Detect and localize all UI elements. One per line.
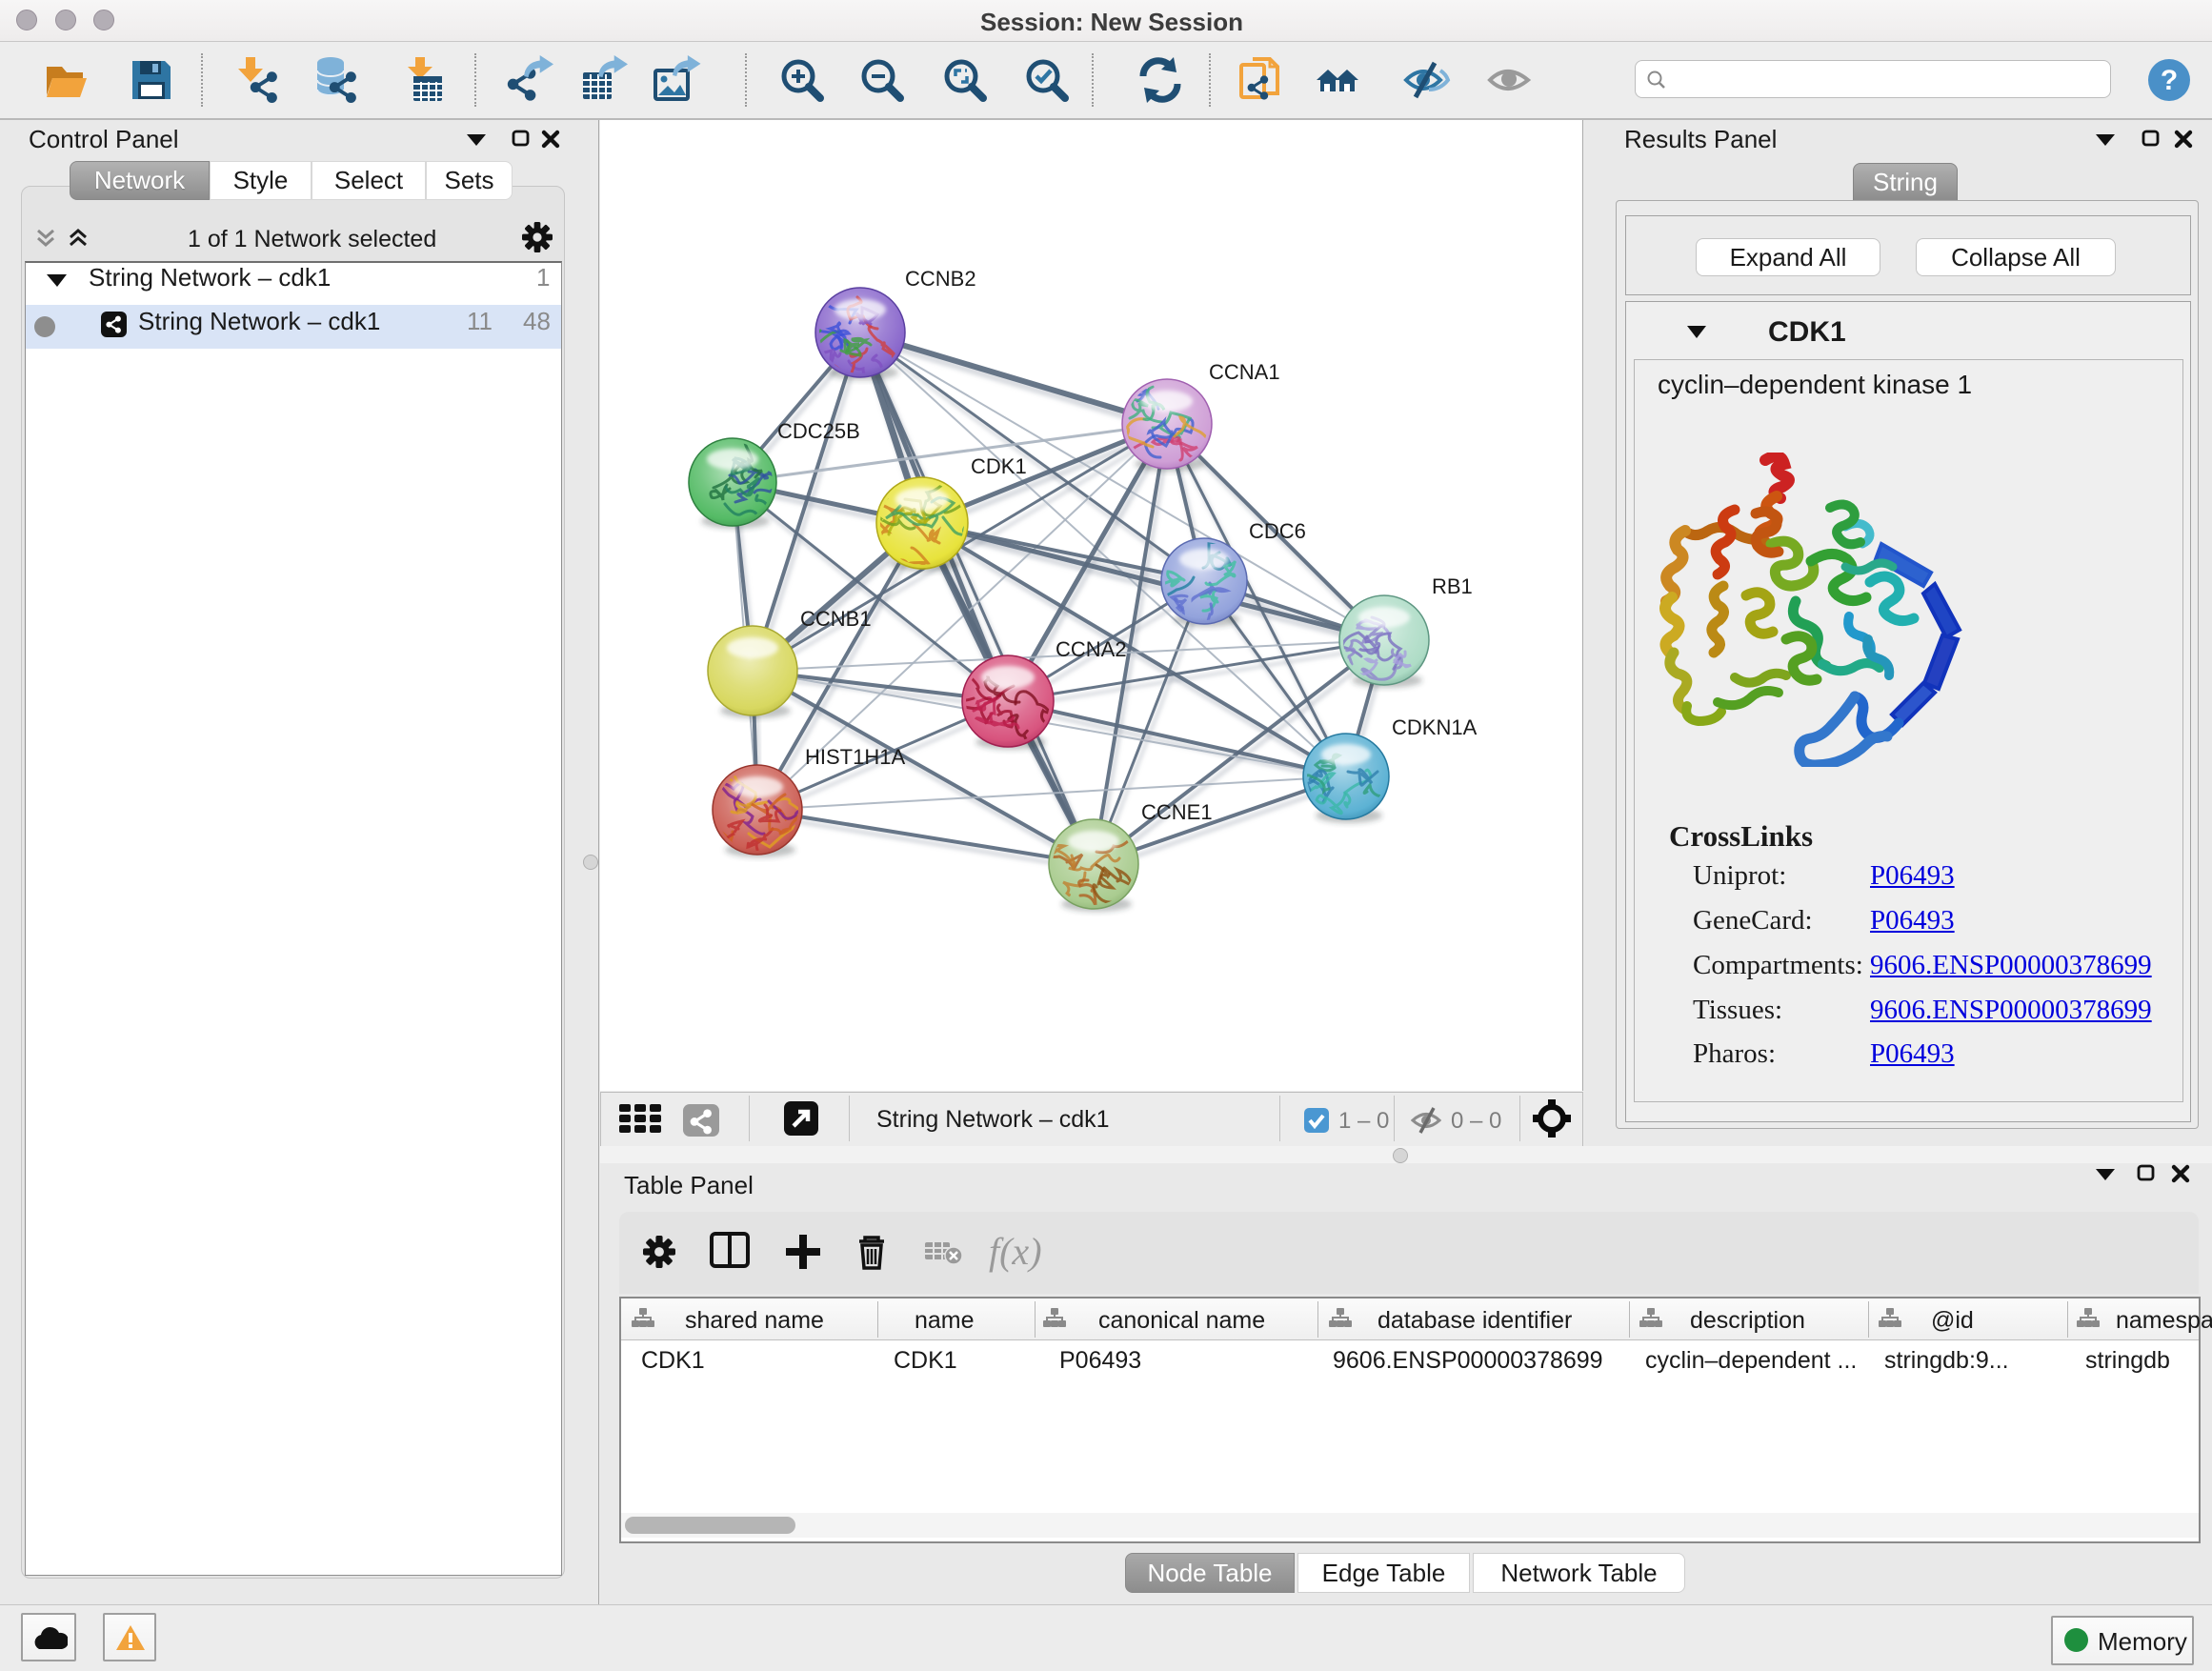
svg-text:HIST1H1A: HIST1H1A — [805, 745, 905, 769]
svg-text:CCNB1: CCNB1 — [800, 607, 872, 631]
svg-text:CCNE1: CCNE1 — [1141, 800, 1213, 824]
svg-text:RB1: RB1 — [1432, 574, 1473, 598]
svg-text:CDC6: CDC6 — [1249, 519, 1306, 543]
svg-text:CDC25B: CDC25B — [777, 419, 860, 443]
svg-text:CDKN1A: CDKN1A — [1392, 715, 1478, 739]
svg-text:CCNB2: CCNB2 — [905, 267, 976, 291]
svg-text:?: ? — [2161, 65, 2178, 96]
svg-text:CDK1: CDK1 — [971, 454, 1027, 478]
svg-text:CCNA2: CCNA2 — [1056, 637, 1127, 661]
svg-text:CCNA1: CCNA1 — [1209, 360, 1280, 384]
